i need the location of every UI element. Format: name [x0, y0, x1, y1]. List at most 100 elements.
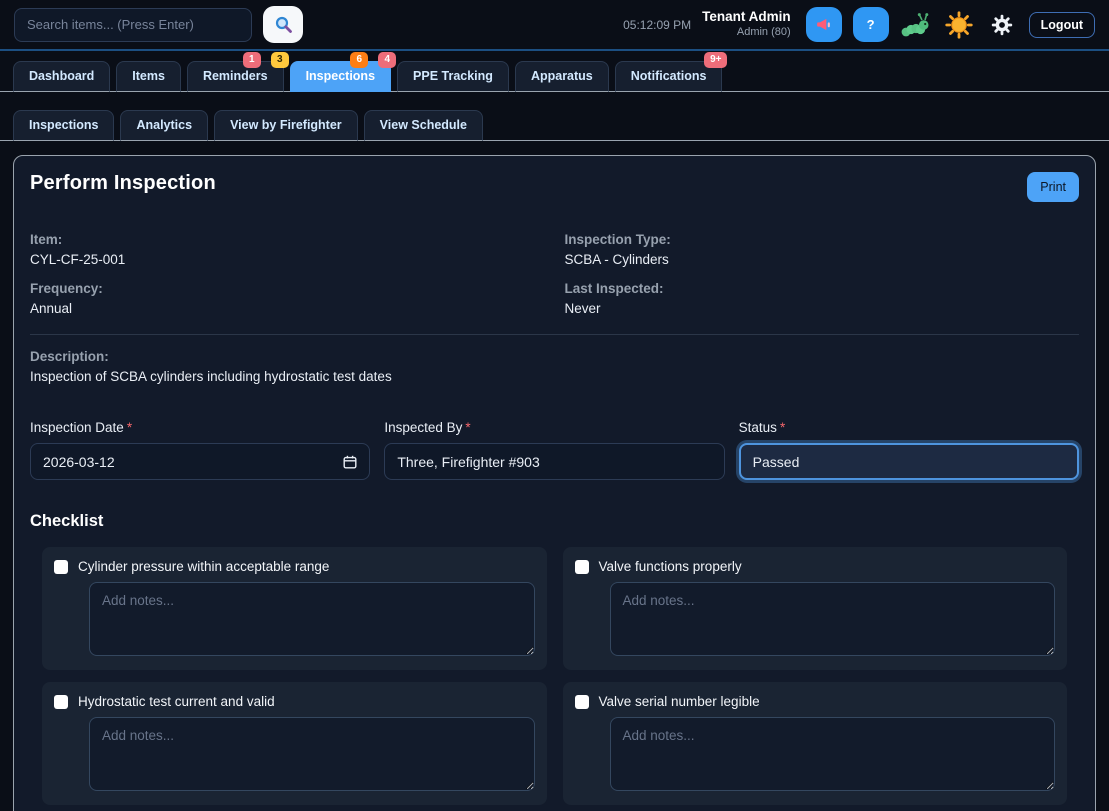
checklist-item-label: Valve serial number legible	[599, 694, 760, 709]
description-text: Inspection of SCBA cylinders including h…	[30, 369, 1079, 384]
inspection-form: Inspection Date* Inspected By*	[30, 420, 1079, 480]
checklist-item-label: Cylinder pressure within acceptable rang…	[78, 559, 329, 574]
main-tab-bar: Dashboard Items Reminders 1 3 Inspection…	[0, 51, 1109, 92]
checklist-notes-textarea[interactable]	[89, 582, 535, 656]
user-info: Tenant Admin Admin (80)	[702, 9, 791, 40]
notifications-badge: 9+	[704, 52, 727, 68]
checklist-notes-textarea[interactable]	[610, 717, 1056, 791]
checklist-checkbox[interactable]	[54, 695, 68, 709]
logout-button[interactable]: Logout	[1029, 12, 1095, 38]
sub-tab-bar: Inspections Analytics View by Firefighte…	[0, 92, 1109, 141]
label-text: Inspected By	[384, 420, 462, 435]
print-button[interactable]: Print	[1027, 172, 1079, 202]
inspected-by-field[interactable]	[384, 443, 724, 480]
info-last-inspected: Last Inspected: Never	[565, 281, 1080, 316]
settings-button[interactable]	[986, 7, 1018, 42]
tab-dashboard[interactable]: Dashboard	[13, 61, 110, 92]
tab-items[interactable]: Items	[116, 61, 181, 92]
checklist-notes-textarea[interactable]	[610, 582, 1056, 656]
search-input[interactable]	[14, 8, 252, 42]
perform-inspection-panel: Perform Inspection Print Item: CYL-CF-25…	[13, 155, 1096, 811]
subtab-analytics[interactable]: Analytics	[120, 110, 208, 141]
tab-ppe-tracking[interactable]: PPE Tracking	[397, 61, 509, 92]
status-group: Status*	[739, 420, 1079, 480]
sun-button[interactable]	[943, 7, 975, 42]
divider	[30, 334, 1079, 335]
description-label: Description:	[30, 349, 1079, 364]
tab-label: View by Firefighter	[230, 118, 342, 132]
tab-label: Dashboard	[29, 69, 94, 83]
clock: 05:12:09 PM	[623, 18, 691, 32]
checklist-title: Checklist	[30, 512, 1079, 531]
inspection-date-input[interactable]	[43, 454, 343, 470]
info-frequency: Frequency: Annual	[30, 281, 545, 316]
label-text: Status	[739, 420, 777, 435]
tab-label: Apparatus	[531, 69, 593, 83]
checklist-grid: Cylinder pressure within acceptable rang…	[30, 547, 1079, 805]
help-button[interactable]: ?	[853, 7, 889, 42]
caterpillar-button[interactable]	[900, 7, 932, 42]
checklist-item-label: Valve functions properly	[599, 559, 742, 574]
question-mark-icon: ?	[867, 17, 875, 32]
checklist-checkbox[interactable]	[54, 560, 68, 574]
topbar: 05:12:09 PM Tenant Admin Admin (80) ?	[0, 0, 1109, 51]
info-item: Item: CYL-CF-25-001	[30, 232, 545, 267]
info-value: CYL-CF-25-001	[30, 252, 545, 267]
search-icon	[274, 15, 293, 34]
announcements-button[interactable]	[806, 7, 842, 42]
status-label: Status*	[739, 420, 786, 435]
item-info: Item: CYL-CF-25-001 Inspection Type: SCB…	[30, 232, 1079, 316]
info-inspection-type: Inspection Type: SCBA - Cylinders	[565, 232, 1080, 267]
user-role: Admin (80)	[702, 26, 791, 40]
checklist-item: Valve serial number legible	[563, 682, 1068, 805]
inspection-date-label: Inspection Date*	[30, 420, 132, 435]
megaphone-icon	[815, 16, 832, 33]
calendar-icon[interactable]	[343, 455, 357, 469]
tab-label: Items	[132, 69, 165, 83]
checklist-notes-textarea[interactable]	[89, 717, 535, 791]
subtab-view-by-firefighter[interactable]: View by Firefighter	[214, 110, 358, 141]
user-name: Tenant Admin	[702, 9, 791, 26]
info-value: Annual	[30, 301, 545, 316]
page-title: Perform Inspection	[30, 172, 216, 195]
required-asterisk: *	[127, 420, 132, 435]
checklist-item: Valve functions properly	[563, 547, 1068, 670]
tab-inspections[interactable]: Inspections 6 4	[290, 61, 391, 92]
inspections-badge-due: 6	[350, 52, 368, 68]
checklist-checkbox[interactable]	[575, 695, 589, 709]
search-button[interactable]	[263, 6, 303, 43]
tab-label: Analytics	[136, 118, 192, 132]
checklist-item: Hydrostatic test current and valid	[42, 682, 547, 805]
checklist-item: Cylinder pressure within acceptable rang…	[42, 547, 547, 670]
inspected-by-input[interactable]	[397, 454, 711, 470]
tab-label: View Schedule	[380, 118, 467, 132]
description-block: Description: Inspection of SCBA cylinder…	[30, 349, 1079, 384]
info-label: Last Inspected:	[565, 281, 1080, 296]
inspection-date-field[interactable]	[30, 443, 370, 480]
gear-icon	[990, 13, 1014, 37]
required-asterisk: *	[780, 420, 785, 435]
sun-icon	[945, 11, 973, 39]
tab-apparatus[interactable]: Apparatus	[515, 61, 609, 92]
reminders-badge-overdue: 1	[243, 52, 261, 68]
status-select[interactable]	[739, 443, 1079, 480]
tab-notifications[interactable]: Notifications 9+	[615, 61, 723, 92]
subtab-inspections[interactable]: Inspections	[13, 110, 114, 141]
reminders-badge-upcoming: 3	[271, 52, 289, 68]
status-input[interactable]	[753, 454, 1065, 470]
checklist-checkbox[interactable]	[575, 560, 589, 574]
tab-label: PPE Tracking	[413, 69, 493, 83]
info-value: SCBA - Cylinders	[565, 252, 1080, 267]
inspected-by-group: Inspected By*	[384, 420, 724, 480]
inspection-date-group: Inspection Date*	[30, 420, 370, 480]
info-label: Frequency:	[30, 281, 545, 296]
info-value: Never	[565, 301, 1080, 316]
required-asterisk: *	[465, 420, 470, 435]
inspected-by-label: Inspected By*	[384, 420, 470, 435]
inspections-badge-overdue: 4	[378, 52, 396, 68]
tab-label: Reminders	[203, 69, 268, 83]
caterpillar-icon	[901, 12, 931, 38]
subtab-view-schedule[interactable]: View Schedule	[364, 110, 483, 141]
label-text: Inspection Date	[30, 420, 124, 435]
tab-reminders[interactable]: Reminders 1 3	[187, 61, 284, 92]
